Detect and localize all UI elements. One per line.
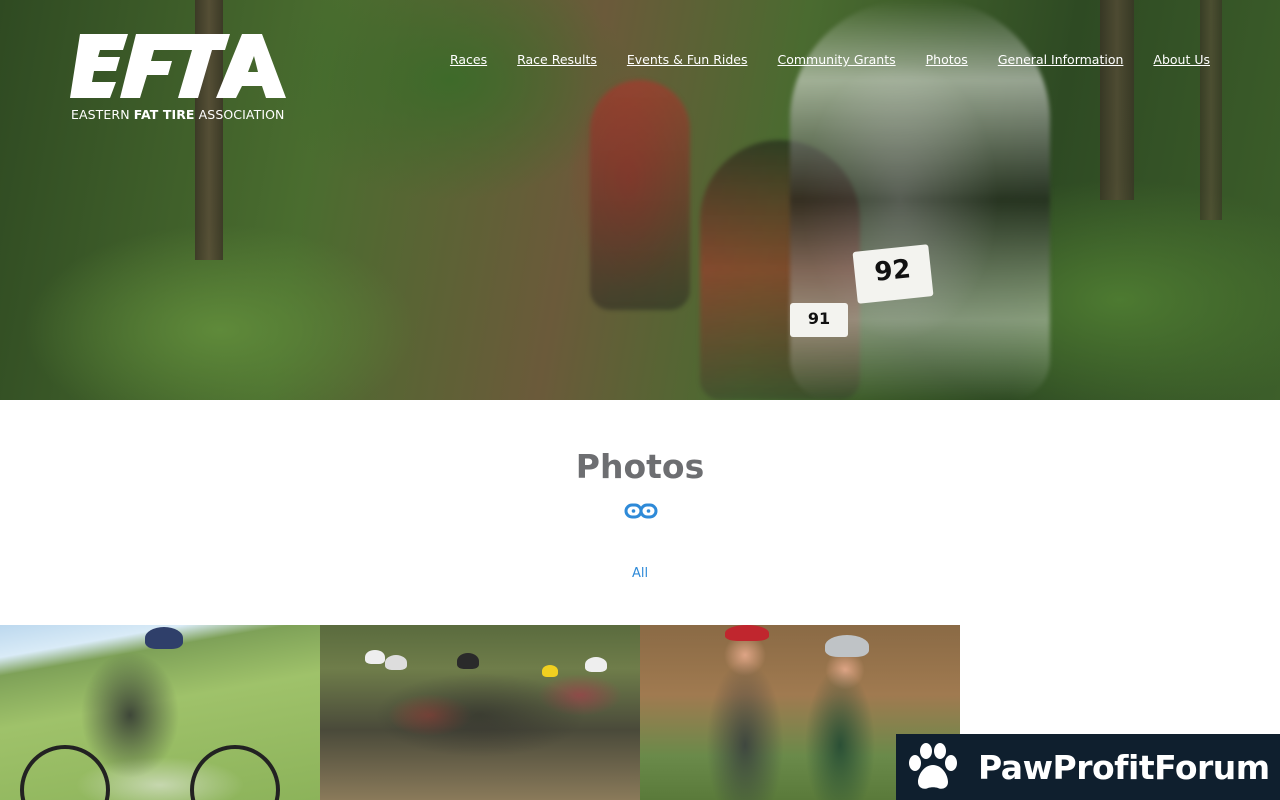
logo-tagline: EASTERN FAT TIRE ASSOCIATION bbox=[71, 107, 285, 122]
photo-gallery bbox=[0, 625, 960, 800]
filter-all[interactable]: All bbox=[0, 566, 1280, 581]
race-number-plate: 91 bbox=[790, 303, 848, 337]
nav-community-grants[interactable]: Community Grants bbox=[778, 52, 896, 67]
helmet-shape bbox=[825, 635, 869, 657]
rider-figure bbox=[590, 80, 690, 310]
helmet-shape bbox=[542, 665, 558, 677]
helmet-shape bbox=[385, 655, 407, 670]
helmet-shape bbox=[725, 625, 769, 641]
gallery-photo[interactable] bbox=[320, 625, 640, 800]
helmet-shape bbox=[585, 657, 607, 672]
nav-about-us[interactable]: About Us bbox=[1153, 52, 1210, 67]
bike-wheel bbox=[190, 745, 280, 800]
page-title: Photos bbox=[575, 447, 705, 486]
watermark-banner: PawProfitForum bbox=[896, 734, 1280, 800]
nav-race-results[interactable]: Race Results bbox=[517, 52, 597, 67]
tree-trunk bbox=[1100, 0, 1134, 200]
tree-trunk bbox=[1200, 0, 1222, 220]
efta-logo-mark bbox=[70, 34, 286, 98]
helmet-shape bbox=[365, 650, 385, 664]
site-logo[interactable]: EASTERN FAT TIRE ASSOCIATION bbox=[70, 30, 290, 125]
watermark-text: PawProfitForum bbox=[978, 747, 1270, 787]
nav-races[interactable]: Races bbox=[450, 52, 487, 67]
main-navigation: Races Race Results Events & Fun Rides Co… bbox=[450, 52, 1210, 67]
nav-photos[interactable]: Photos bbox=[926, 52, 968, 67]
nav-events-fun-rides[interactable]: Events & Fun Rides bbox=[627, 52, 748, 67]
nav-general-information[interactable]: General Information bbox=[998, 52, 1124, 67]
helmet-shape bbox=[145, 627, 183, 649]
race-number-plate: 92 bbox=[852, 244, 934, 304]
hero-banner: 92 91 EASTERN FAT TIRE ASSOCIATION Races… bbox=[0, 0, 1280, 400]
helmet-shape bbox=[457, 653, 479, 669]
paw-icon bbox=[909, 743, 957, 789]
bike-wheel bbox=[20, 745, 110, 800]
chain-link-icon bbox=[624, 503, 658, 519]
gallery-photo[interactable] bbox=[0, 625, 320, 800]
